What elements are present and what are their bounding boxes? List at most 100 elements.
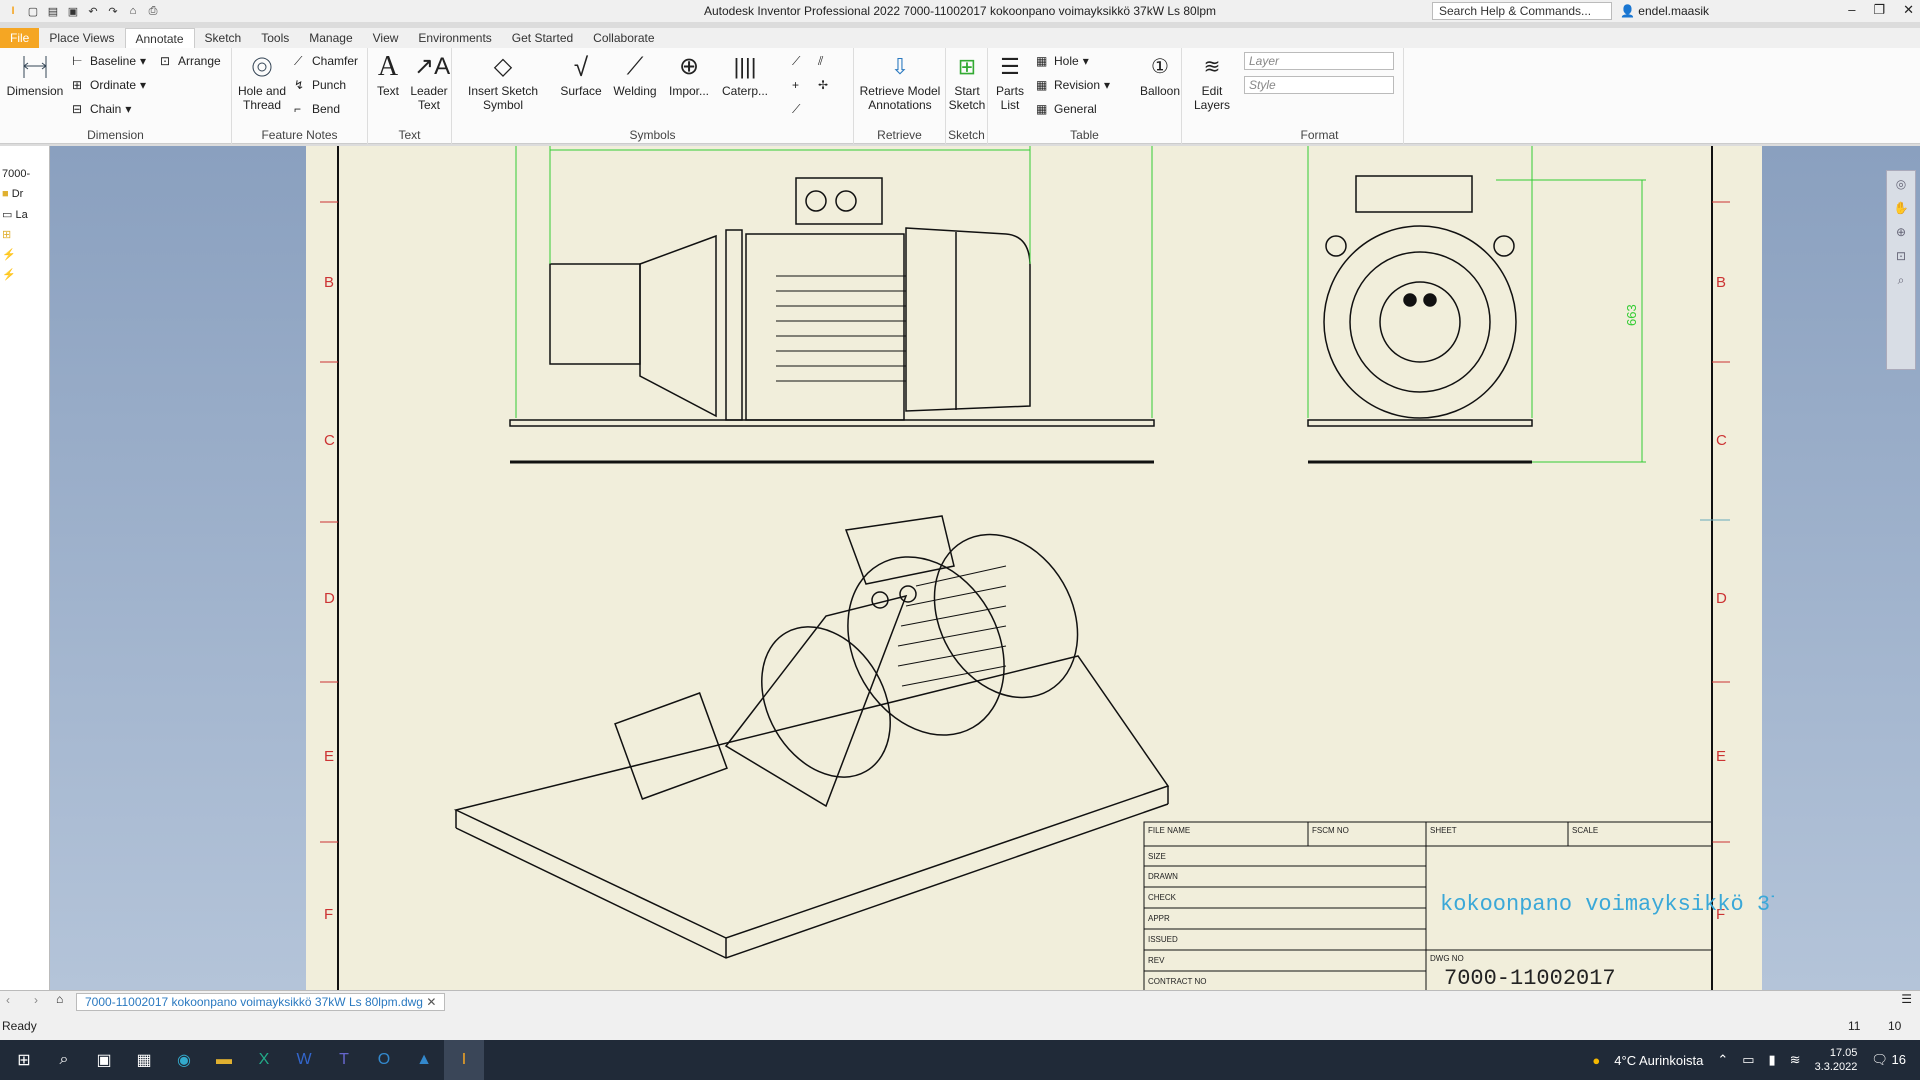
retrieve-model-annotations-button[interactable]: ⇩ Retrieve Model Annotations	[856, 52, 944, 112]
search-input[interactable]: Search Help & Commands...	[1432, 2, 1612, 20]
tab-environments[interactable]: Environments	[408, 28, 501, 48]
drawing-sheet[interactable]: 663 B C D E F B C D E F FILE NAME FSCM N…	[306, 146, 1774, 991]
centered-pattern-button[interactable]: ✢	[818, 78, 832, 92]
print-icon[interactable]: ⎙	[146, 4, 160, 18]
caterpillar-button[interactable]: |||| Caterp...	[718, 52, 772, 98]
tray-chevron-icon[interactable]: ⌃	[1717, 1052, 1728, 1068]
tab-menu-icon[interactable]: ☰	[1901, 992, 1912, 1006]
leader-text-button[interactable]: ↗A Leader Text	[408, 52, 450, 112]
surface-button[interactable]: √ Surface	[556, 52, 606, 98]
wifi-icon[interactable]: ≋	[1790, 1052, 1801, 1068]
general-table-button[interactable]: ▦ General	[1036, 102, 1097, 116]
punch-button[interactable]: ↯ Punch	[294, 78, 346, 92]
clock[interactable]: 17.05 3.3.2022	[1815, 1046, 1858, 1074]
zoom-all-icon[interactable]: ⌕	[1887, 273, 1915, 288]
scroll-left-icon[interactable]: ‹	[6, 993, 10, 1007]
import-button[interactable]: ⊕ Impor...	[664, 52, 714, 98]
close-tab-icon[interactable]: ✕	[426, 995, 436, 1009]
document-tab-label: 7000-11002017 kokoonpano voimayksikkö 37…	[85, 995, 423, 1009]
zoom-window-icon[interactable]: ⊡	[1887, 249, 1915, 263]
explorer-icon[interactable]: ▬	[204, 1040, 244, 1080]
home-icon[interactable]: ⌂	[126, 4, 140, 18]
battery-icon[interactable]: ▮	[1769, 1052, 1776, 1068]
home-tab-icon[interactable]: ⌂	[56, 992, 63, 1006]
open-icon[interactable]: ▤	[46, 4, 60, 18]
import-icon: ⊕	[678, 53, 700, 80]
dimension-button[interactable]: Dimension	[4, 52, 66, 98]
start-icon[interactable]: ⊞	[4, 1040, 44, 1080]
edit-layers-button[interactable]: ≋ Edit Layers	[1190, 52, 1234, 112]
steering-wheel-icon[interactable]: ◎	[1887, 177, 1915, 191]
chamfer-button[interactable]: ⟋ Chamfer	[294, 54, 358, 68]
center-mark-button[interactable]: +	[792, 78, 806, 92]
hole-table-button[interactable]: ▦ Hole ▾	[1036, 54, 1089, 68]
weather-text[interactable]: 4°C Aurinkoista	[1614, 1053, 1703, 1068]
tab-tools[interactable]: Tools	[251, 28, 299, 48]
welding-button[interactable]: ⟋ Welding	[610, 52, 660, 98]
zone-label-f-left: F	[324, 906, 334, 923]
excel-icon[interactable]: X	[244, 1040, 284, 1080]
minimize-icon[interactable]: –	[1848, 2, 1855, 18]
drawing-canvas[interactable]: 663 B C D E F B C D E F FILE NAME FSCM N…	[50, 146, 1920, 991]
punch-label: Punch	[312, 78, 347, 92]
outlook-icon[interactable]: O	[364, 1040, 404, 1080]
network-icon[interactable]: ▭	[1742, 1052, 1754, 1068]
browser-item-layout[interactable]: ▭ La	[2, 208, 28, 221]
zoom-icon[interactable]: ⊕	[1887, 225, 1915, 239]
insert-sketch-symbol-button[interactable]: ◇ Insert Sketch Symbol	[462, 52, 544, 112]
style-combo[interactable]: Style	[1244, 76, 1394, 94]
browser-item-view1[interactable]: ⊞	[2, 228, 11, 241]
bisector-button[interactable]: ⟋	[792, 102, 806, 116]
chain-button[interactable]: ⊟ Chain ▾	[72, 102, 131, 116]
balloon-button[interactable]: ① Balloon	[1136, 52, 1184, 98]
tab-view[interactable]: View	[363, 28, 409, 48]
redo-icon[interactable]: ↷	[106, 4, 120, 18]
store-icon[interactable]: ▦	[124, 1040, 164, 1080]
inventor-taskbar-icon[interactable]: I	[444, 1040, 484, 1080]
tab-manage[interactable]: Manage	[299, 28, 362, 48]
browser-item-root[interactable]: 7000-	[2, 168, 30, 180]
start-sketch-button[interactable]: ⊞ Start Sketch	[948, 52, 986, 112]
save-icon[interactable]: ▣	[66, 4, 80, 18]
close-icon[interactable]: ✕	[1903, 2, 1914, 18]
browser-item-drawing[interactable]: ■ Dr	[2, 188, 23, 200]
tab-get-started[interactable]: Get Started	[502, 28, 583, 48]
undo-icon[interactable]: ↶	[86, 4, 100, 18]
document-tab[interactable]: 7000-11002017 kokoonpano voimayksikkö 37…	[76, 993, 446, 1011]
notification-icon[interactable]: 🗨 16	[1871, 1052, 1906, 1068]
tab-sketch[interactable]: Sketch	[195, 28, 252, 48]
tab-place-views[interactable]: Place Views	[39, 28, 124, 48]
restore-icon[interactable]: ❐	[1873, 2, 1885, 18]
arrange-button[interactable]: ⊡ Arrange	[160, 54, 221, 68]
pan-icon[interactable]: ✋	[1887, 201, 1915, 215]
user-account[interactable]: 👤 endel.maasik	[1620, 4, 1709, 18]
panel-retrieve: ⇩ Retrieve Model Annotations Retrieve	[854, 48, 946, 144]
tab-annotate[interactable]: Annotate	[124, 28, 195, 48]
tab-collaborate[interactable]: Collaborate	[583, 28, 664, 48]
taskbar: ⊞ ⌕ ▣ ▦ ◉ ▬ X W T O ▲ I ● 4°C Aurinkoist…	[0, 1040, 1920, 1080]
text-button[interactable]: A Text	[370, 52, 406, 99]
start-sketch-label: Start Sketch	[948, 84, 986, 112]
edge-icon[interactable]: ◉	[164, 1040, 204, 1080]
chain-icon: ⊟	[72, 102, 83, 116]
browser-item-view3[interactable]: ⚡	[2, 268, 16, 281]
browser-item-view2[interactable]: ⚡	[2, 248, 16, 261]
tab-file[interactable]: File	[0, 28, 40, 48]
hole-thread-button[interactable]: Hole and Thread	[234, 52, 290, 112]
photos-icon[interactable]: ▲	[404, 1040, 444, 1080]
teams-icon[interactable]: T	[324, 1040, 364, 1080]
revision-table-button[interactable]: ▦ Revision ▾	[1036, 78, 1110, 92]
centerline-button[interactable]: ⟋	[792, 54, 806, 68]
bend-button[interactable]: ⌐ Bend	[294, 102, 340, 116]
parts-list-button[interactable]: ☰ Parts List	[990, 52, 1030, 112]
scroll-right-icon[interactable]: ›	[34, 993, 38, 1007]
layer-combo[interactable]: Layer	[1244, 52, 1394, 70]
new-icon[interactable]: ▢	[26, 4, 40, 18]
hole-table-icon: ▦	[1036, 54, 1048, 68]
task-view-icon[interactable]: ▣	[84, 1040, 124, 1080]
taskbar-search-icon[interactable]: ⌕	[44, 1040, 84, 1080]
baseline-button[interactable]: ⊢ Baseline ▾	[72, 54, 146, 68]
word-icon[interactable]: W	[284, 1040, 324, 1080]
ordinate-button[interactable]: ⊞ Ordinate ▾	[72, 78, 146, 92]
hatch-button[interactable]: ⫽	[818, 54, 832, 68]
